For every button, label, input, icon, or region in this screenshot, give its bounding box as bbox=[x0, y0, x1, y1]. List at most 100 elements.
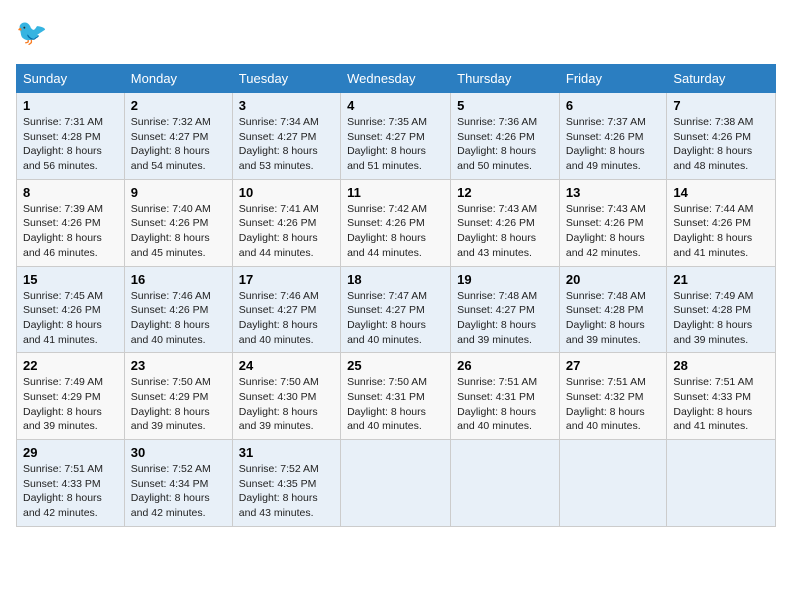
cell-sunrise: Sunrise: 7:48 AM bbox=[566, 289, 661, 304]
cell-sunrise: Sunrise: 7:31 AM bbox=[23, 115, 118, 130]
calendar-cell bbox=[559, 440, 667, 527]
cell-daylight: Daylight: 8 hours and 40 minutes. bbox=[239, 318, 334, 347]
cell-daylight: Daylight: 8 hours and 41 minutes. bbox=[673, 231, 769, 260]
calendar-cell: 30 Sunrise: 7:52 AM Sunset: 4:34 PM Dayl… bbox=[124, 440, 232, 527]
calendar-cell: 22 Sunrise: 7:49 AM Sunset: 4:29 PM Dayl… bbox=[17, 353, 125, 440]
calendar-cell: 7 Sunrise: 7:38 AM Sunset: 4:26 PM Dayli… bbox=[667, 93, 776, 180]
day-number: 15 bbox=[23, 272, 118, 287]
cell-sunset: Sunset: 4:33 PM bbox=[23, 477, 118, 492]
calendar-cell: 31 Sunrise: 7:52 AM Sunset: 4:35 PM Dayl… bbox=[232, 440, 340, 527]
day-number: 18 bbox=[347, 272, 444, 287]
calendar-cell bbox=[341, 440, 451, 527]
cell-daylight: Daylight: 8 hours and 39 minutes. bbox=[673, 318, 769, 347]
cell-daylight: Daylight: 8 hours and 56 minutes. bbox=[23, 144, 118, 173]
calendar-cell: 19 Sunrise: 7:48 AM Sunset: 4:27 PM Dayl… bbox=[451, 266, 560, 353]
calendar-table: SundayMondayTuesdayWednesdayThursdayFrid… bbox=[16, 64, 776, 527]
cell-sunrise: Sunrise: 7:42 AM bbox=[347, 202, 444, 217]
cell-daylight: Daylight: 8 hours and 39 minutes. bbox=[566, 318, 661, 347]
svg-text:🐦: 🐦 bbox=[16, 19, 47, 47]
calendar-cell: 5 Sunrise: 7:36 AM Sunset: 4:26 PM Dayli… bbox=[451, 93, 560, 180]
cell-daylight: Daylight: 8 hours and 49 minutes. bbox=[566, 144, 661, 173]
cell-sunrise: Sunrise: 7:35 AM bbox=[347, 115, 444, 130]
cell-daylight: Daylight: 8 hours and 42 minutes. bbox=[566, 231, 661, 260]
calendar-cell: 13 Sunrise: 7:43 AM Sunset: 4:26 PM Dayl… bbox=[559, 179, 667, 266]
cell-sunrise: Sunrise: 7:50 AM bbox=[239, 375, 334, 390]
cell-daylight: Daylight: 8 hours and 40 minutes. bbox=[347, 405, 444, 434]
day-number: 20 bbox=[566, 272, 661, 287]
calendar-cell: 17 Sunrise: 7:46 AM Sunset: 4:27 PM Dayl… bbox=[232, 266, 340, 353]
cell-sunrise: Sunrise: 7:46 AM bbox=[131, 289, 226, 304]
calendar-week-row: 8 Sunrise: 7:39 AM Sunset: 4:26 PM Dayli… bbox=[17, 179, 776, 266]
cell-sunrise: Sunrise: 7:49 AM bbox=[23, 375, 118, 390]
day-number: 3 bbox=[239, 98, 334, 113]
day-number: 4 bbox=[347, 98, 444, 113]
day-number: 2 bbox=[131, 98, 226, 113]
calendar-cell: 15 Sunrise: 7:45 AM Sunset: 4:26 PM Dayl… bbox=[17, 266, 125, 353]
day-number: 26 bbox=[457, 358, 553, 373]
cell-daylight: Daylight: 8 hours and 48 minutes. bbox=[673, 144, 769, 173]
day-header-saturday: Saturday bbox=[667, 65, 776, 93]
cell-daylight: Daylight: 8 hours and 50 minutes. bbox=[457, 144, 553, 173]
day-number: 29 bbox=[23, 445, 118, 460]
cell-sunrise: Sunrise: 7:52 AM bbox=[131, 462, 226, 477]
day-number: 27 bbox=[566, 358, 661, 373]
cell-sunset: Sunset: 4:27 PM bbox=[239, 130, 334, 145]
day-header-tuesday: Tuesday bbox=[232, 65, 340, 93]
calendar-cell: 16 Sunrise: 7:46 AM Sunset: 4:26 PM Dayl… bbox=[124, 266, 232, 353]
day-header-monday: Monday bbox=[124, 65, 232, 93]
cell-daylight: Daylight: 8 hours and 41 minutes. bbox=[23, 318, 118, 347]
day-number: 5 bbox=[457, 98, 553, 113]
cell-sunset: Sunset: 4:31 PM bbox=[347, 390, 444, 405]
cell-daylight: Daylight: 8 hours and 42 minutes. bbox=[131, 491, 226, 520]
cell-sunset: Sunset: 4:26 PM bbox=[457, 130, 553, 145]
cell-sunset: Sunset: 4:26 PM bbox=[457, 216, 553, 231]
calendar-cell: 23 Sunrise: 7:50 AM Sunset: 4:29 PM Dayl… bbox=[124, 353, 232, 440]
day-header-sunday: Sunday bbox=[17, 65, 125, 93]
cell-daylight: Daylight: 8 hours and 53 minutes. bbox=[239, 144, 334, 173]
day-header-thursday: Thursday bbox=[451, 65, 560, 93]
cell-sunrise: Sunrise: 7:45 AM bbox=[23, 289, 118, 304]
day-number: 6 bbox=[566, 98, 661, 113]
cell-sunrise: Sunrise: 7:40 AM bbox=[131, 202, 226, 217]
day-number: 17 bbox=[239, 272, 334, 287]
cell-daylight: Daylight: 8 hours and 40 minutes. bbox=[347, 318, 444, 347]
cell-sunset: Sunset: 4:28 PM bbox=[566, 303, 661, 318]
cell-sunset: Sunset: 4:34 PM bbox=[131, 477, 226, 492]
cell-sunset: Sunset: 4:26 PM bbox=[673, 130, 769, 145]
day-number: 10 bbox=[239, 185, 334, 200]
cell-sunrise: Sunrise: 7:38 AM bbox=[673, 115, 769, 130]
cell-sunset: Sunset: 4:33 PM bbox=[673, 390, 769, 405]
cell-sunset: Sunset: 4:29 PM bbox=[131, 390, 226, 405]
cell-sunrise: Sunrise: 7:46 AM bbox=[239, 289, 334, 304]
cell-sunrise: Sunrise: 7:50 AM bbox=[131, 375, 226, 390]
calendar-cell: 11 Sunrise: 7:42 AM Sunset: 4:26 PM Dayl… bbox=[341, 179, 451, 266]
cell-sunset: Sunset: 4:26 PM bbox=[131, 303, 226, 318]
cell-sunrise: Sunrise: 7:37 AM bbox=[566, 115, 661, 130]
calendar-week-row: 1 Sunrise: 7:31 AM Sunset: 4:28 PM Dayli… bbox=[17, 93, 776, 180]
logo-bird-icon: 🐦 bbox=[16, 16, 52, 52]
calendar-cell bbox=[667, 440, 776, 527]
day-number: 12 bbox=[457, 185, 553, 200]
calendar-cell: 9 Sunrise: 7:40 AM Sunset: 4:26 PM Dayli… bbox=[124, 179, 232, 266]
calendar-cell: 12 Sunrise: 7:43 AM Sunset: 4:26 PM Dayl… bbox=[451, 179, 560, 266]
cell-sunset: Sunset: 4:27 PM bbox=[239, 303, 334, 318]
cell-daylight: Daylight: 8 hours and 40 minutes. bbox=[566, 405, 661, 434]
day-number: 24 bbox=[239, 358, 334, 373]
cell-daylight: Daylight: 8 hours and 44 minutes. bbox=[239, 231, 334, 260]
cell-sunrise: Sunrise: 7:49 AM bbox=[673, 289, 769, 304]
calendar-cell: 3 Sunrise: 7:34 AM Sunset: 4:27 PM Dayli… bbox=[232, 93, 340, 180]
cell-sunset: Sunset: 4:29 PM bbox=[23, 390, 118, 405]
cell-sunrise: Sunrise: 7:36 AM bbox=[457, 115, 553, 130]
cell-daylight: Daylight: 8 hours and 46 minutes. bbox=[23, 231, 118, 260]
cell-daylight: Daylight: 8 hours and 42 minutes. bbox=[23, 491, 118, 520]
cell-sunset: Sunset: 4:26 PM bbox=[566, 216, 661, 231]
cell-sunset: Sunset: 4:26 PM bbox=[23, 303, 118, 318]
cell-sunrise: Sunrise: 7:43 AM bbox=[457, 202, 553, 217]
calendar-cell: 28 Sunrise: 7:51 AM Sunset: 4:33 PM Dayl… bbox=[667, 353, 776, 440]
cell-sunrise: Sunrise: 7:44 AM bbox=[673, 202, 769, 217]
cell-sunrise: Sunrise: 7:51 AM bbox=[457, 375, 553, 390]
cell-sunset: Sunset: 4:28 PM bbox=[673, 303, 769, 318]
cell-sunset: Sunset: 4:27 PM bbox=[347, 130, 444, 145]
day-number: 28 bbox=[673, 358, 769, 373]
calendar-week-row: 15 Sunrise: 7:45 AM Sunset: 4:26 PM Dayl… bbox=[17, 266, 776, 353]
